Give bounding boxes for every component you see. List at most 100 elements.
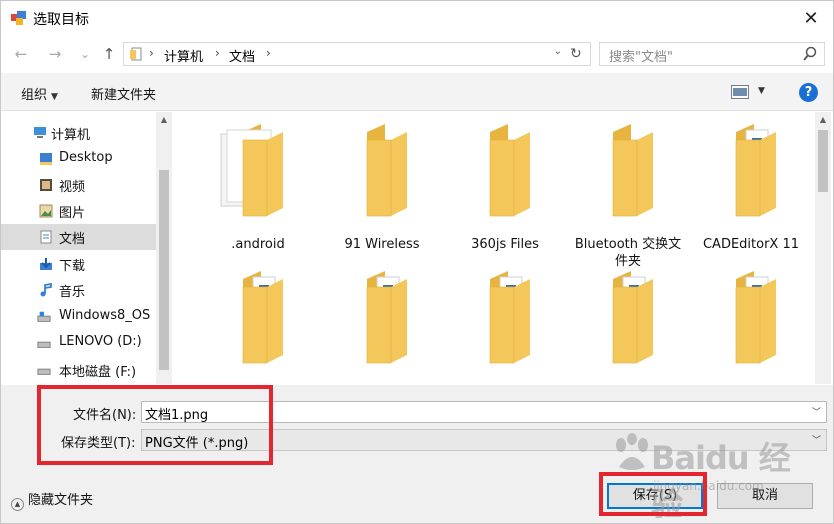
scrollbar-thumb[interactable] <box>159 170 169 370</box>
breadcrumb-computer[interactable]: 计算机 <box>164 46 203 65</box>
filename-label: 文件名(N): <box>73 408 137 423</box>
view-dropdown-icon[interactable]: ▼ <box>758 86 765 96</box>
folder-icon <box>220 124 283 217</box>
watermark-url: jingyan.baidu.com <box>653 479 764 493</box>
view-options-icon[interactable] <box>731 85 749 99</box>
folder-label: Downloads <box>323 383 441 384</box>
sidebar-item-music[interactable]: 音乐 <box>1 277 156 303</box>
folder-item[interactable]: JDdongdong <box>569 269 687 384</box>
sidebar-item-computer[interactable]: 计算机 <box>1 120 156 146</box>
breadcrumb-documents[interactable]: 文档 <box>229 46 255 65</box>
folder-item[interactable]: 360js Files <box>446 122 564 272</box>
folder-item[interactable]: CyberLink <box>199 269 317 384</box>
breadcrumb-separator: › <box>215 46 220 60</box>
scrollbar-thumb[interactable] <box>818 130 828 192</box>
forward-button[interactable]: → <box>45 44 65 64</box>
recent-locations-button[interactable]: ⌄ <box>75 44 95 64</box>
filename-value: 文档1.png <box>145 408 209 423</box>
search-box[interactable]: 搜索"文档" <box>599 42 825 66</box>
computer-icon <box>34 127 46 138</box>
sidebar-item-downloads[interactable]: 下载 <box>1 251 156 277</box>
folder-item[interactable]: .android <box>199 122 317 272</box>
filename-input[interactable]: 文档1.png ﹀ <box>141 401 827 423</box>
folder-icon <box>735 271 776 364</box>
filename-dropdown-icon[interactable]: ﹀ <box>812 405 821 418</box>
documents-icon <box>40 230 52 244</box>
sidebar-item-windows8-os[interactable]: Windows8_OS <box>1 304 156 330</box>
folder-item[interactable]: CADEditorX 11 <box>692 122 810 272</box>
sidebar-item-label: Desktop <box>59 150 113 165</box>
folder-icon <box>612 271 653 364</box>
filetype-value: PNG文件 (*.png) <box>145 436 249 451</box>
sidebar-item-label: Windows8_OS <box>59 308 151 323</box>
folder-icon <box>612 124 653 217</box>
folder-icon <box>242 271 283 364</box>
drive-icon <box>37 368 51 375</box>
sidebar-item-label: 下载 <box>59 259 86 274</box>
file-scrollbar[interactable]: ▲ <box>815 112 831 384</box>
scroll-up-arrow[interactable]: ▲ <box>815 112 831 128</box>
folder-label: 91 Wireless <box>344 237 420 252</box>
title-bar: 选取目标 ✕ <box>1 1 833 35</box>
filetype-dropdown-icon[interactable]: ﹀ <box>812 433 821 446</box>
collapse-icon: ▲ <box>11 498 24 511</box>
sidebar-item-videos[interactable]: 视频 <box>1 172 156 198</box>
breadcrumb-separator: › <box>266 46 271 60</box>
folder-item[interactable]: 91 Wireless <box>323 122 441 272</box>
folder-item[interactable]: Bluetooth 交换文件夹 <box>569 122 687 272</box>
close-button[interactable]: ✕ <box>789 1 833 35</box>
scroll-up-arrow[interactable]: ▲ <box>156 112 172 128</box>
folder-icon <box>489 271 530 364</box>
sidebar-item-label: 音乐 <box>59 285 86 300</box>
documents-location-icon <box>130 47 142 61</box>
address-dropdown-icon[interactable]: ⌄ <box>554 46 562 57</box>
refresh-button[interactable]: ↻ <box>570 46 586 62</box>
folder-label: League of <box>692 383 810 384</box>
folder-label: FormatFactory <box>446 383 564 384</box>
sidebar-item-lenovo-d[interactable]: LENOVO (D:) <box>1 330 156 356</box>
paw-icon <box>616 433 648 470</box>
search-input[interactable]: 搜索"文档" <box>609 46 673 65</box>
baidu-watermark: Baidu 经验 jingyan.baidu.com <box>613 431 803 523</box>
folder-label: Bluetooth 交换文件夹 <box>574 237 682 269</box>
folder-icon <box>489 124 530 217</box>
hide-folders-toggle[interactable]: ▲ 隐藏文件夹 <box>11 489 93 511</box>
app-icon <box>11 11 26 25</box>
drive-icon <box>37 341 51 348</box>
navigation-scrollbar[interactable]: ▲ <box>156 112 172 384</box>
hide-folders-label: 隐藏文件夹 <box>28 493 94 508</box>
caret-down-icon: ▼ <box>51 92 58 102</box>
help-button[interactable]: ? <box>799 83 818 102</box>
pictures-icon <box>39 204 53 218</box>
address-bar[interactable]: › 计算机 › 文档 › ⌄ ↻ <box>123 42 591 66</box>
folder-label: 360js Files <box>471 237 539 252</box>
back-button[interactable]: ← <box>11 44 31 64</box>
breadcrumb-separator: › <box>149 46 154 60</box>
organize-label: 组织 <box>21 88 48 103</box>
organize-button[interactable]: 组织 ▼ <box>21 84 58 103</box>
help-icon: ? <box>804 85 813 100</box>
desktop-icon <box>40 153 52 165</box>
folder-icon <box>366 124 407 217</box>
sidebar-item-label: 文档 <box>59 232 86 247</box>
file-list: League of JDdongdong FormatFactory Download… <box>173 112 833 384</box>
folder-item[interactable]: League of <box>692 269 810 384</box>
sidebar-item-documents[interactable]: 文档 <box>1 224 156 250</box>
close-icon: ✕ <box>803 7 819 29</box>
sidebar-item-label: 视频 <box>59 180 86 195</box>
sidebar-item-label: 计算机 <box>51 128 91 143</box>
download-icon <box>40 258 52 270</box>
folder-item[interactable]: FormatFactory <box>446 269 564 384</box>
command-bar: 组织 ▼ 新建文件夹 ▼ ? <box>1 73 833 111</box>
folder-item[interactable]: Downloads <box>323 269 441 384</box>
sidebar-item-desktop[interactable]: Desktop <box>1 146 156 172</box>
sidebar-item-pictures[interactable]: 图片 <box>1 198 156 224</box>
new-folder-button[interactable]: 新建文件夹 <box>91 84 156 103</box>
save-dialog: 选取目标 ✕ ← → ⌄ ↑ › 计算机 › 文档 › ⌄ ↻ 搜索"文档" 组… <box>0 0 834 524</box>
folder-icon <box>366 271 407 364</box>
sidebar-item-local-disk-f[interactable]: 本地磁盘 (F:) <box>1 357 156 383</box>
sidebar-item-label: 图片 <box>59 206 86 221</box>
up-button[interactable]: ↑ <box>99 44 119 64</box>
drive-icon <box>37 311 51 322</box>
sidebar-item-label: LENOVO (D:) <box>59 334 142 349</box>
